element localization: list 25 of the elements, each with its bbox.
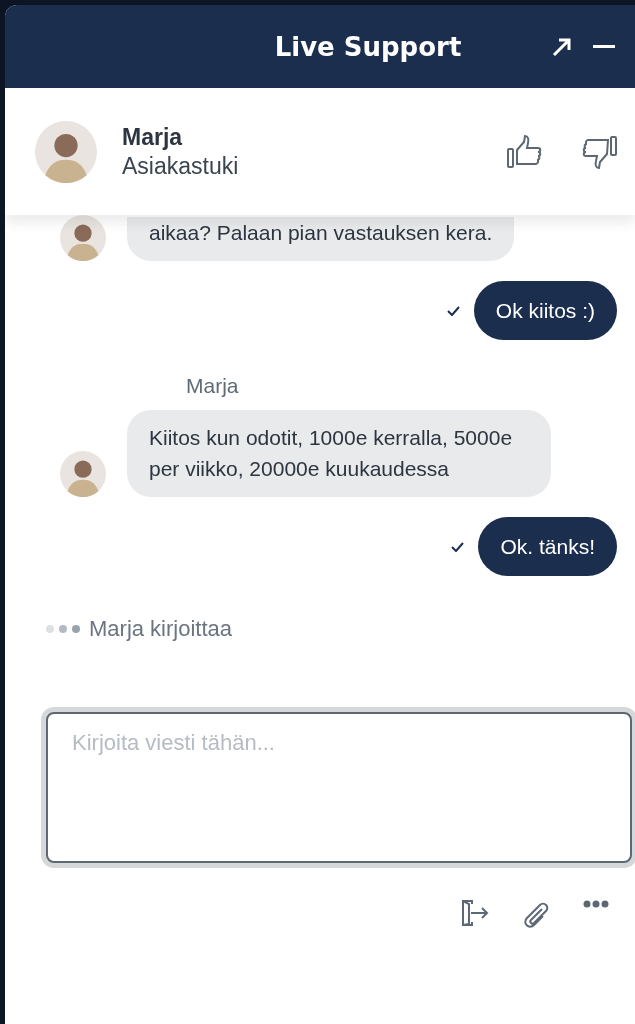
more-icon — [583, 900, 609, 908]
message-bubble: aikaa? Palaan pian vastauksen kera. — [127, 217, 515, 261]
avatar-icon — [60, 451, 106, 497]
exit-button[interactable] — [461, 900, 489, 928]
message-bubble: Ok. tänks! — [478, 517, 617, 576]
window-title: Live Support — [273, 31, 463, 62]
typing-indicator: Marja kirjoittaa — [89, 616, 233, 642]
message-bubble: Ok kiitos :) — [473, 281, 617, 340]
thumbs-down-button[interactable] — [581, 134, 617, 169]
exit-icon — [461, 900, 489, 926]
avatar-icon — [35, 120, 97, 183]
thumbs-down-icon — [581, 134, 617, 169]
agent-role: Asiakastuki — [122, 152, 240, 180]
message-input[interactable]: Kirjoita viesti tähän... — [46, 712, 632, 863]
agent-name: Marja — [122, 123, 184, 151]
thumbs-up-button[interactable] — [507, 134, 543, 169]
avatar-icon — [60, 215, 106, 261]
message-bubble: Kiitos kun odotit, 1000e kerralla, 5000e per viikko, 20000e kuukaudessa — [127, 410, 551, 497]
minimize-button[interactable] — [593, 44, 615, 49]
sender-name: Marja — [186, 374, 240, 398]
minimize-icon — [593, 44, 615, 49]
paperclip-icon — [523, 900, 549, 928]
typing-dots-icon — [45, 624, 81, 634]
thumbs-up-icon — [507, 134, 543, 169]
attach-button[interactable] — [523, 900, 549, 928]
